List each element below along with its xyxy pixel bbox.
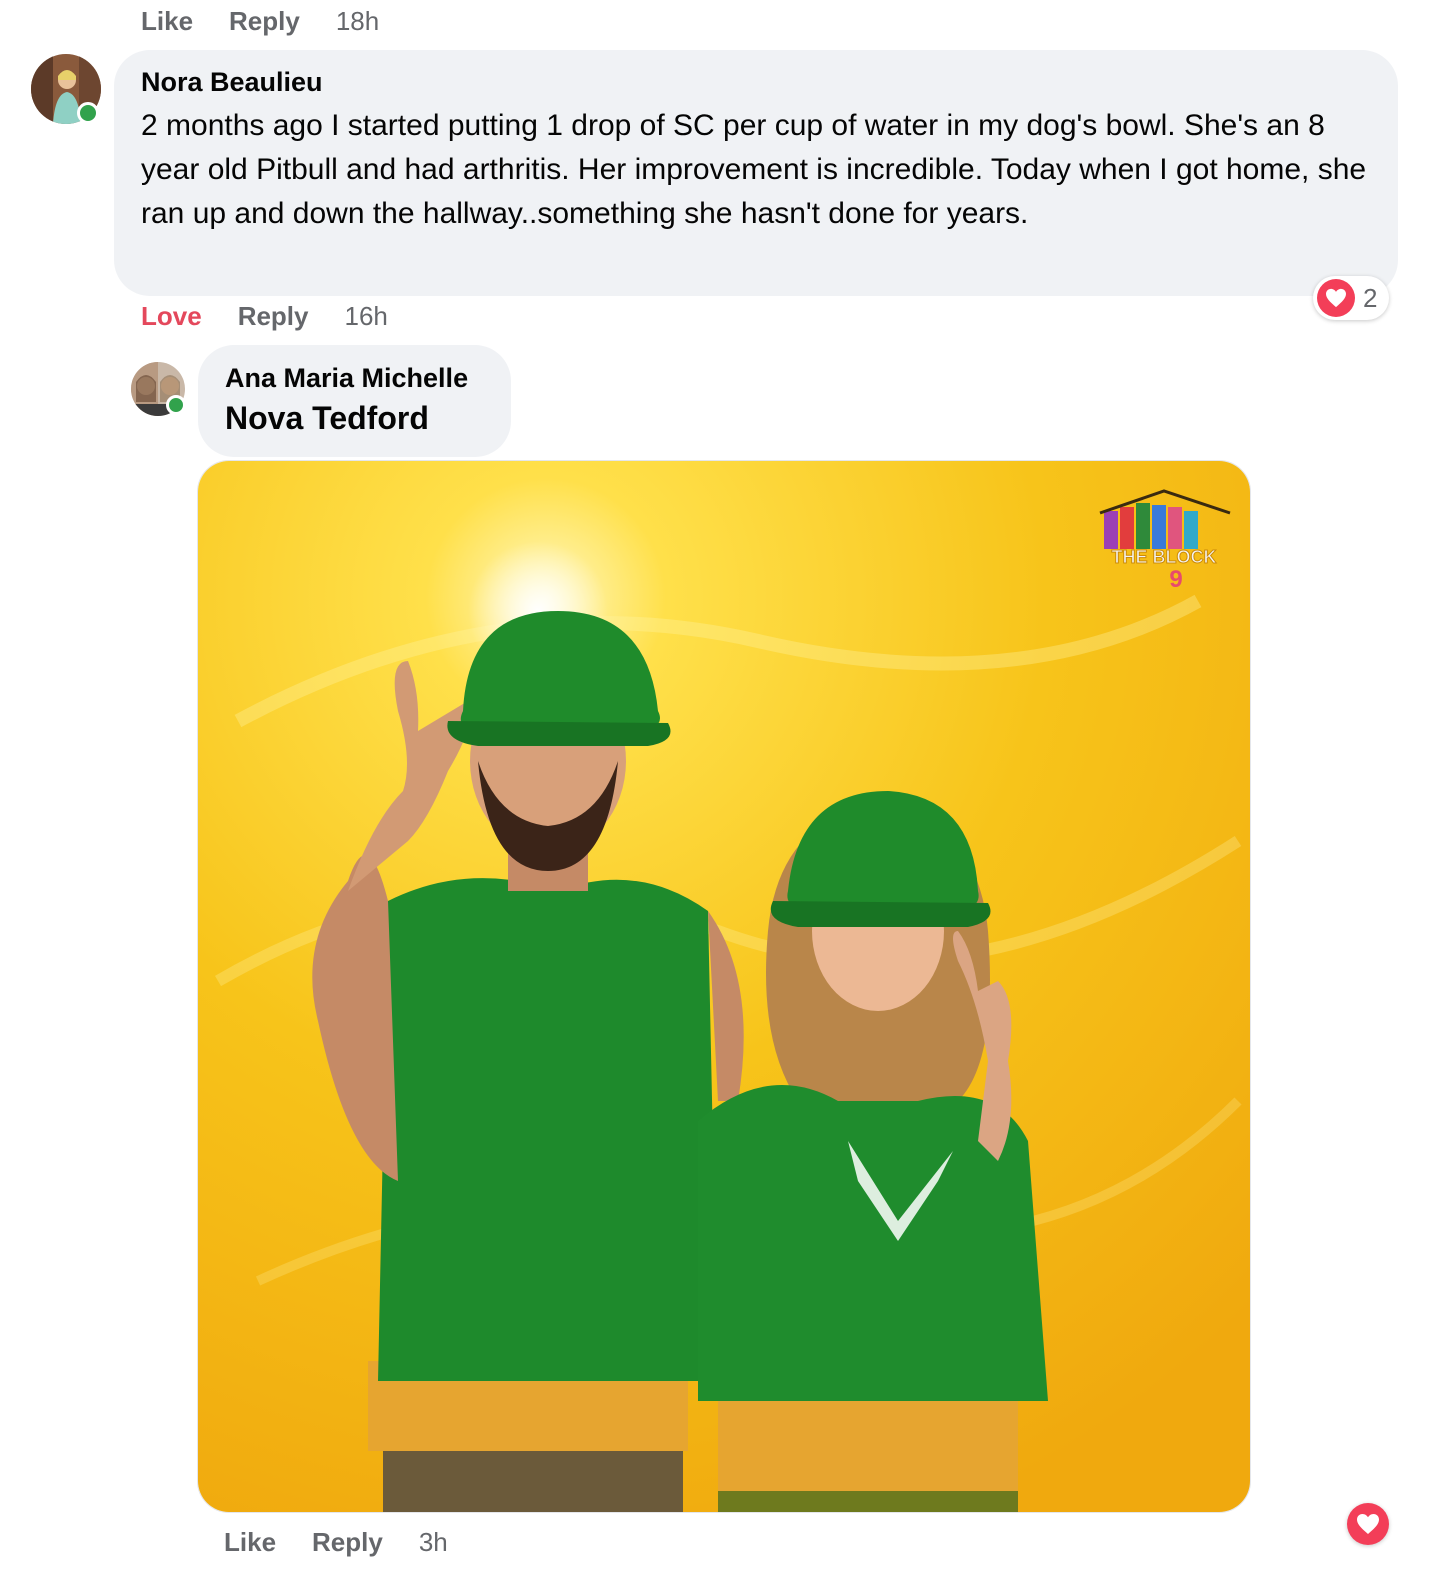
heart-icon bbox=[1317, 279, 1355, 317]
timestamp: 18h bbox=[335, 6, 380, 36]
like-button[interactable]: Like bbox=[224, 1527, 276, 1558]
comment-author[interactable]: Nora Beaulieu bbox=[141, 67, 1372, 98]
reply-button[interactable]: Reply bbox=[238, 301, 309, 332]
comment-text: 2 months ago I started putting 1 drop of… bbox=[141, 109, 1367, 230]
avatar[interactable] bbox=[131, 362, 186, 416]
mention-tag[interactable]: Nova Tedford bbox=[225, 400, 485, 437]
reaction-count-badge[interactable]: 2 bbox=[1313, 276, 1390, 320]
reply-author[interactable]: Ana Maria Michelle bbox=[225, 363, 485, 394]
love-button[interactable]: Love bbox=[141, 301, 202, 332]
gif-logo-text: THE BLOCK bbox=[1112, 547, 1217, 567]
timestamp: 16h bbox=[344, 301, 388, 331]
prev-comment-actions: Like Reply 18h bbox=[141, 6, 379, 37]
comment-actions: Love Reply 16h bbox=[141, 301, 388, 332]
reply-bubble: Ana Maria Michelle Nova Tedford bbox=[198, 345, 511, 457]
reply-button[interactable]: Reply bbox=[312, 1527, 383, 1558]
like-button[interactable]: Like bbox=[141, 6, 193, 37]
avatar[interactable] bbox=[31, 54, 101, 124]
gif-attachment[interactable]: THE BLOCK 9 bbox=[197, 460, 1251, 1513]
heart-icon[interactable] bbox=[1347, 1503, 1389, 1545]
gif-logo-channel: 9 bbox=[1169, 566, 1182, 593]
gif-image: THE BLOCK 9 bbox=[198, 461, 1250, 1512]
comment-bubble: Nora Beaulieu 2 months ago I started put… bbox=[114, 50, 1398, 296]
online-status-dot bbox=[77, 102, 99, 124]
online-status-dot bbox=[166, 395, 186, 415]
reply-actions: Like Reply 3h bbox=[224, 1527, 448, 1558]
reply-button[interactable]: Reply bbox=[229, 6, 300, 37]
reaction-count: 2 bbox=[1363, 282, 1378, 313]
timestamp: 3h bbox=[418, 1527, 448, 1557]
